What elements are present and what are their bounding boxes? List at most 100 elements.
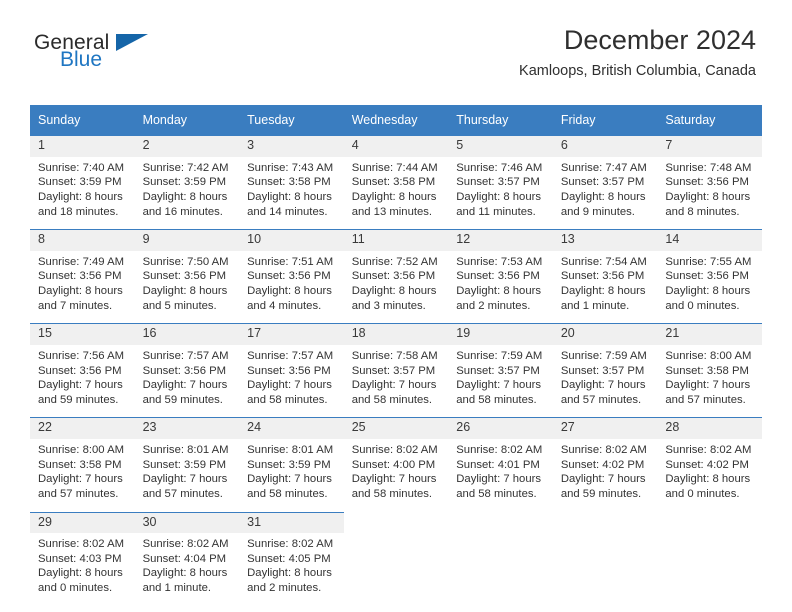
spacer-cell <box>657 501 762 512</box>
day-cell[interactable]: 3 Sunrise: 7:43 AM Sunset: 3:58 PM Daylight… <box>239 135 344 220</box>
sunset-text: Sunset: 3:56 PM <box>456 270 540 283</box>
day-number: 7 <box>657 136 762 157</box>
daylight-text-line1: Daylight: 7 hours <box>560 473 646 486</box>
day-cell[interactable]: 23 Sunrise: 8:01 AM Sunset: 3:59 PM Dayligh… <box>134 417 240 502</box>
day-number: 12 <box>448 230 553 251</box>
day-cell[interactable]: 12 Sunrise: 7:53 AM Sunset: 3:56 PM Dayligh… <box>448 229 553 314</box>
day-number: 2 <box>134 136 240 157</box>
day-cell[interactable]: 6 Sunrise: 7:47 AM Sunset: 3:57 PM Daylight… <box>552 135 658 220</box>
general-blue-logo[interactable]: General Blue <box>34 32 148 70</box>
daylight-text-line1: Daylight: 8 hours <box>38 567 123 580</box>
day-cell[interactable]: 2 Sunrise: 7:42 AM Sunset: 3:59 PM Daylight… <box>134 135 240 220</box>
day-number: 22 <box>30 418 135 440</box>
day-cell[interactable]: 21 Sunrise: 8:00 AM Sunset: 3:58 PM Dayligh… <box>657 323 762 408</box>
day-cell[interactable]: 24 Sunrise: 8:01 AM Sunset: 3:59 PM Dayligh… <box>239 417 344 502</box>
daylight-text-line2: and 9 minutes. <box>560 205 635 218</box>
day-cell[interactable]: 7 Sunrise: 7:48 AM Sunset: 3:56 PM Daylight… <box>657 135 762 220</box>
sunset-text: Sunset: 4:01 PM <box>456 458 540 471</box>
day-details: Sunrise: 8:02 AM Sunset: 4:02 PM Daylight:… <box>553 439 658 501</box>
daylight-text-line1: Daylight: 7 hours <box>247 473 332 486</box>
day-number: 20 <box>552 324 658 345</box>
day-cell[interactable]: 13 Sunrise: 7:54 AM Sunset: 3:56 PM Dayligh… <box>552 229 658 314</box>
day-details: Sunrise: 7:43 AM Sunset: 3:58 PM Daylight:… <box>239 157 344 219</box>
sunset-text: Sunset: 3:57 PM <box>456 176 540 189</box>
day-details: Sunrise: 7:51 AM Sunset: 3:56 PM Daylight:… <box>239 251 344 313</box>
sunset-text: Sunset: 4:00 PM <box>351 458 436 471</box>
spacer-cell <box>657 313 762 324</box>
daylight-text-line2: and 1 minute. <box>142 582 212 595</box>
day-details: Sunrise: 7:59 AM Sunset: 3:57 PM Daylight:… <box>448 345 553 407</box>
day-number: 25 <box>343 418 449 440</box>
spacer-cell <box>657 407 762 418</box>
spacer-cell <box>552 313 658 324</box>
day-cell[interactable]: 18 Sunrise: 7:58 AM Sunset: 3:57 PM Dayligh… <box>343 323 449 408</box>
day-cell[interactable]: 20 Sunrise: 7:59 AM Sunset: 3:57 PM Dayligh… <box>552 323 658 408</box>
day-cell[interactable]: 15 Sunrise: 7:56 AM Sunset: 3:56 PM Dayligh… <box>30 323 135 408</box>
calendar-body: 1 Sunrise: 7:40 AM Sunset: 3:59 PM Daylight… <box>30 135 762 596</box>
day-cell[interactable]: 11 Sunrise: 7:52 AM Sunset: 3:56 PM Dayligh… <box>343 229 449 314</box>
daylight-text-line2: and 4 minutes. <box>247 299 322 312</box>
day-number: 6 <box>552 136 658 157</box>
day-cell[interactable]: 16 Sunrise: 7:57 AM Sunset: 3:56 PM Dayligh… <box>134 323 240 408</box>
day-cell[interactable]: 10 Sunrise: 7:51 AM Sunset: 3:56 PM Dayligh… <box>239 229 344 314</box>
day-details: Sunrise: 7:40 AM Sunset: 3:59 PM Daylight:… <box>30 157 135 219</box>
sunset-text: Sunset: 3:59 PM <box>142 458 227 471</box>
sunset-text: Sunset: 3:56 PM <box>142 270 227 283</box>
day-cell[interactable]: 4 Sunrise: 7:44 AM Sunset: 3:58 PM Daylight… <box>343 135 449 220</box>
spacer-cell <box>239 501 344 512</box>
day-cell[interactable]: 19 Sunrise: 7:59 AM Sunset: 3:57 PM Dayligh… <box>448 323 553 408</box>
spacer-cell <box>343 219 449 230</box>
day-cell[interactable]: 27 Sunrise: 8:02 AM Sunset: 4:02 PM Dayligh… <box>552 417 658 502</box>
day-cell[interactable]: 8 Sunrise: 7:49 AM Sunset: 3:56 PM Daylight… <box>30 229 135 314</box>
sunset-text: Sunset: 3:56 PM <box>560 270 645 283</box>
day-cell[interactable]: 17 Sunrise: 7:57 AM Sunset: 3:56 PM Dayligh… <box>239 323 344 408</box>
week-row: 15 Sunrise: 7:56 AM Sunset: 3:56 PM Dayligh… <box>30 323 762 408</box>
sunrise-text: Sunrise: 7:57 AM <box>247 350 334 362</box>
daylight-text-line2: and 57 minutes. <box>665 393 746 406</box>
daylight-text-line2: and 1 minute. <box>560 299 630 312</box>
sunset-text: Sunset: 3:57 PM <box>560 176 645 189</box>
day-cell[interactable]: 22 Sunrise: 8:00 AM Sunset: 3:58 PM Dayligh… <box>30 417 135 502</box>
sunrise-text: Sunrise: 8:02 AM <box>560 444 647 457</box>
sunset-text: Sunset: 4:04 PM <box>142 552 227 565</box>
sunset-text: Sunset: 3:56 PM <box>247 270 331 283</box>
daylight-text-line1: Daylight: 7 hours <box>351 473 437 486</box>
day-cell[interactable]: 30 Sunrise: 8:02 AM Sunset: 4:04 PM Dayligh… <box>134 511 240 596</box>
daylight-text-line2: and 59 minutes. <box>38 393 119 406</box>
day-number: 29 <box>30 512 135 534</box>
sunrise-text: Sunrise: 8:00 AM <box>665 350 752 362</box>
daylight-text-line2: and 58 minutes. <box>351 393 433 406</box>
sunset-text: Sunset: 3:58 PM <box>38 458 122 471</box>
sunrise-text: Sunrise: 8:02 AM <box>665 444 752 457</box>
day-cell[interactable]: 28 Sunrise: 8:02 AM Sunset: 4:02 PM Dayligh… <box>657 417 762 502</box>
day-cell[interactable]: 5 Sunrise: 7:46 AM Sunset: 3:57 PM Daylight… <box>448 135 553 220</box>
day-details: Sunrise: 7:57 AM Sunset: 3:56 PM Daylight:… <box>239 345 344 407</box>
day-number: 13 <box>552 230 658 251</box>
day-number: 14 <box>657 230 762 251</box>
day-number: 9 <box>134 230 240 251</box>
day-cell[interactable]: 31 Sunrise: 8:02 AM Sunset: 4:05 PM Dayligh… <box>239 511 344 596</box>
day-cell[interactable]: 1 Sunrise: 7:40 AM Sunset: 3:59 PM Daylight… <box>30 135 135 220</box>
sunset-text: Sunset: 3:57 PM <box>560 364 645 377</box>
daylight-text-line1: Daylight: 8 hours <box>456 285 542 298</box>
day-details: Sunrise: 7:58 AM Sunset: 3:57 PM Daylight:… <box>344 345 449 407</box>
spacer-cell <box>134 219 240 230</box>
day-cell[interactable]: 14 Sunrise: 7:55 AM Sunset: 3:56 PM Dayligh… <box>657 229 762 314</box>
spacer-cell <box>343 407 449 418</box>
daylight-text-line1: Daylight: 8 hours <box>560 285 646 298</box>
day-details: Sunrise: 8:02 AM Sunset: 4:05 PM Daylight:… <box>239 533 344 595</box>
sunrise-text: Sunrise: 7:58 AM <box>351 350 438 362</box>
sunset-text: Sunset: 3:58 PM <box>665 364 749 377</box>
daylight-text-line2: and 58 minutes. <box>351 487 433 500</box>
day-cell[interactable]: 26 Sunrise: 8:02 AM Sunset: 4:01 PM Dayligh… <box>448 417 553 502</box>
day-details: Sunrise: 8:01 AM Sunset: 3:59 PM Daylight:… <box>239 439 344 501</box>
page-header: General Blue December 2024 Kamloops, Bri… <box>0 0 792 79</box>
day-number: 17 <box>239 324 344 345</box>
day-details: Sunrise: 8:00 AM Sunset: 3:58 PM Daylight:… <box>657 345 762 407</box>
sunset-text: Sunset: 4:02 PM <box>560 458 645 471</box>
day-cell-empty <box>343 512 449 596</box>
sunrise-text: Sunrise: 7:59 AM <box>456 350 543 362</box>
day-cell[interactable]: 29 Sunrise: 8:02 AM Sunset: 4:03 PM Dayligh… <box>30 511 135 596</box>
day-cell[interactable]: 25 Sunrise: 8:02 AM Sunset: 4:00 PM Dayligh… <box>343 417 449 502</box>
day-cell[interactable]: 9 Sunrise: 7:50 AM Sunset: 3:56 PM Daylight… <box>134 229 240 314</box>
